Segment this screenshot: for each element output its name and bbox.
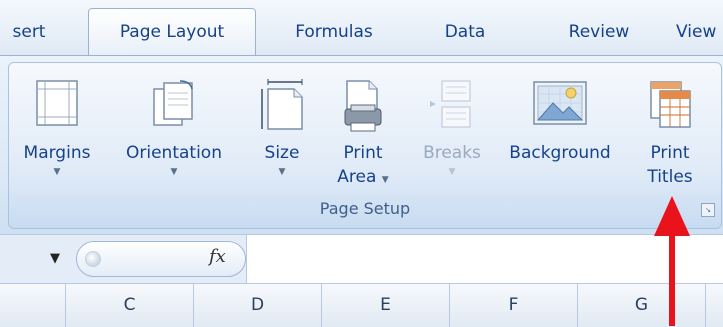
annotation-arrow: [654, 196, 690, 326]
